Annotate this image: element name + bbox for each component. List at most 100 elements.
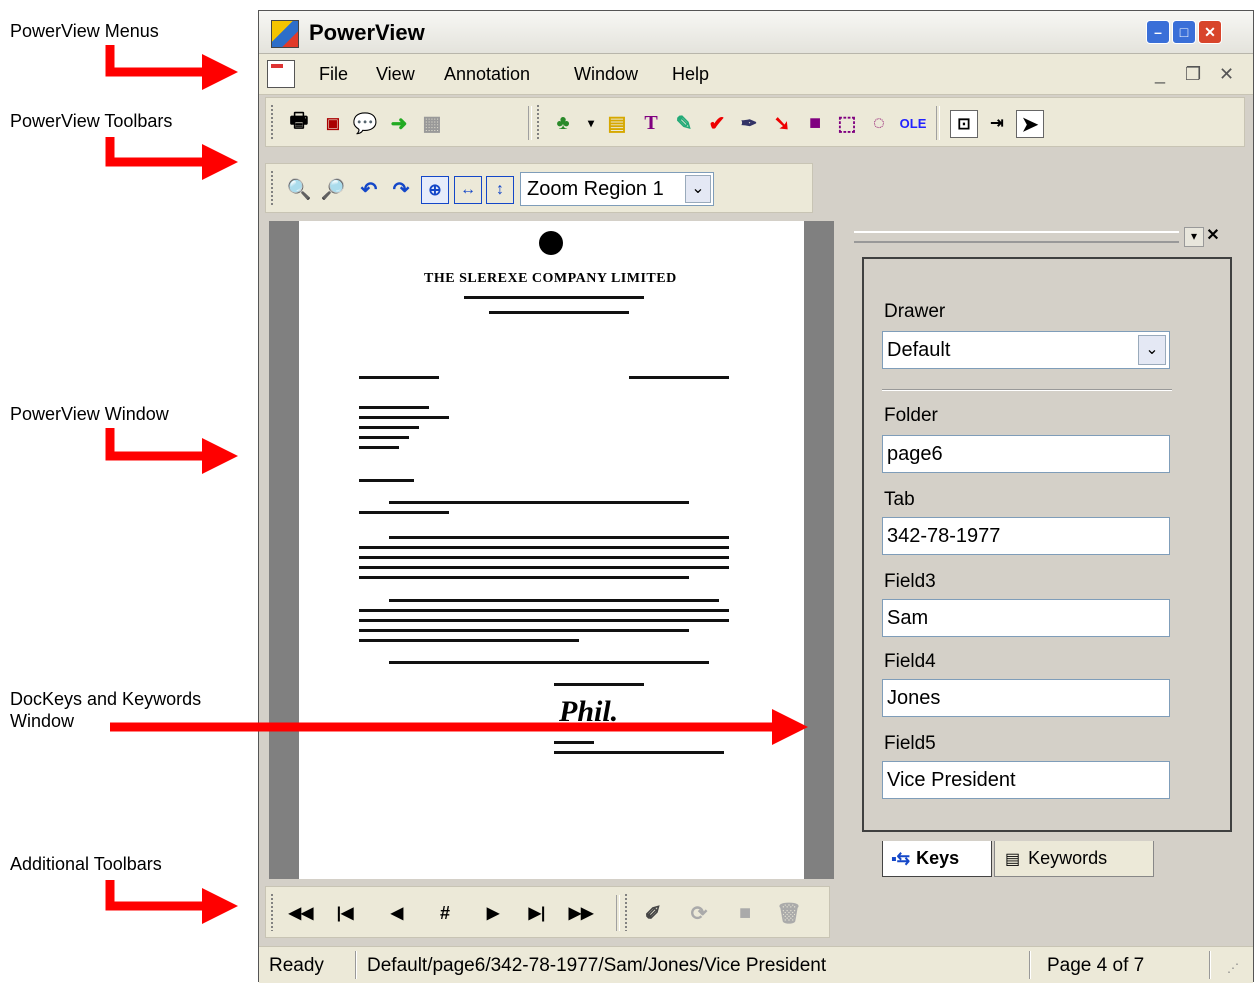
rotate-left-icon[interactable]: ↶ [356,176,382,202]
field4-field[interactable]: Jones [882,679,1170,717]
trash-icon[interactable]: 🗑 [776,900,802,926]
export-icon[interactable]: ▣ [320,110,346,136]
field4-label: Field4 [884,651,936,672]
drawer-label: Drawer [884,301,946,322]
stamp-icon[interactable]: ♣ [550,110,576,136]
signature: Phil. [559,695,619,728]
ellipse-icon[interactable]: ◌ [866,110,892,136]
menu-bar: File View Annotation Window Help _ ❐ ✕ [259,54,1253,95]
chevron-down-icon[interactable]: ⌄ [1138,335,1166,365]
print-icon[interactable]: 🖶 [286,110,312,136]
close-button[interactable]: ✕ [1198,20,1222,44]
grid-select-icon[interactable]: ⊡ [950,110,978,138]
tab-keys[interactable]: ▪⇆ Keys [882,841,992,877]
refresh-icon[interactable]: ⟳ [686,900,712,926]
arrow-menus [105,45,238,90]
toolbar-grip-2[interactable] [536,104,540,140]
fit-width-zoom-icon[interactable]: ↔ [454,176,482,204]
note-icon[interactable]: ▤ [604,110,630,136]
send-icon[interactable]: ➜ [386,110,412,136]
folder-label: Folder [884,405,938,426]
minimize-button[interactable]: – [1146,20,1170,44]
zoom-out-icon[interactable]: 🔎 [320,176,346,202]
document-view[interactable]: THE SLEREXE COMPANY LIMITED Phil. [269,221,834,879]
text-icon[interactable]: T [638,110,664,136]
hole-punch [539,231,563,255]
panel-dropdown-icon[interactable]: ▾ [1184,227,1204,247]
maximize-button[interactable]: □ [1172,20,1196,44]
field3-field[interactable]: Sam [882,599,1170,637]
tab-label: Tab [884,489,915,510]
zoom-in-icon[interactable]: 🔍 [286,176,312,202]
arrow-window [105,428,238,474]
status-bar: Ready Default/page6/342-78-1977/Sam/Jone… [259,946,1253,983]
menu-help[interactable]: Help [672,64,709,85]
drawer-value: Default [887,339,951,361]
mdi-minimize-icon[interactable]: _ [1155,64,1165,85]
toolbar-grip-4[interactable] [270,893,274,931]
tab-keywords[interactable]: ▤ Keywords [994,841,1154,877]
pointer-icon[interactable]: ➤ [1016,110,1044,138]
toolbar-grip-3[interactable] [270,170,274,206]
field5-label: Field5 [884,733,936,754]
pen-icon[interactable]: ✒ [736,110,762,136]
panel-grip[interactable] [854,231,1179,243]
mdi-restore-icon[interactable]: ❐ [1185,64,1201,85]
callout-dockeys: DocKeys and Keywords Window [10,689,202,731]
menu-file[interactable]: File [319,64,348,85]
callout-menus: PowerView Menus [10,21,159,41]
checkmark-icon[interactable]: ✔ [704,110,730,136]
filled-rect-icon[interactable]: ■ [802,110,828,136]
fit-page-icon[interactable]: ⊕ [421,176,449,204]
status-page: Page 4 of 7 [1047,955,1145,976]
chevron-down-icon[interactable]: ⌄ [685,175,711,203]
panel-close-icon[interactable]: ✕ [1204,227,1222,245]
tab-field[interactable]: 342-78-1977 [882,517,1170,555]
dockeys-panel: ▾ ✕ Drawer Default ⌄ Folder page6 Tab 34… [844,221,1240,881]
toolbar-grip-5[interactable] [624,893,628,931]
callout-toolbars: PowerView Toolbars [10,111,173,131]
keys-form: Drawer Default ⌄ Folder page6 Tab 342-78… [862,257,1232,832]
comment-icon[interactable]: 💬 [352,110,378,136]
arrow-toolbars [105,137,238,180]
document-menu-icon[interactable] [267,60,295,88]
highlighter-icon[interactable]: ✎ [671,110,697,136]
stack-icon[interactable]: ▦ [419,110,445,136]
resize-grip-icon[interactable]: ⋰ [1227,961,1243,977]
next-icon[interactable]: ▶ [480,900,506,926]
field3-label: Field3 [884,571,936,592]
fit-height-icon[interactable]: ↕ [486,176,514,204]
goto-page-icon[interactable]: # [432,900,458,926]
menu-annotation[interactable]: Annotation [444,64,530,85]
document-page: THE SLEREXE COMPANY LIMITED Phil. [299,221,804,879]
zoom-toolbar: 🔍 🔎 ↶ ↷ ⊕ ↔ ↕ Zoom Region 1 ⌄ [265,163,813,213]
menu-window[interactable]: Window [574,64,638,85]
zoom-select[interactable]: Zoom Region 1 ⌄ [520,172,714,206]
navigation-toolbar: ◀◀ |◀ ◀ # ▶ ▶| ▶▶ ✐ ⟳ ■ 🗑 [265,886,830,938]
save-page-icon[interactable]: ■ [732,900,758,926]
ole-icon[interactable]: OLE [900,110,927,136]
toolbar-grip[interactable] [270,104,274,140]
hollow-rect-icon[interactable]: ⬚ [834,110,860,136]
prev-icon[interactable]: ◀ [384,900,410,926]
arrow-annotation-icon[interactable]: ➘ [769,110,795,136]
menu-view[interactable]: View [376,64,415,85]
next-group-icon[interactable]: ▶| [524,900,550,926]
divider [882,389,1172,391]
fit-width-icon[interactable]: ⇥ [984,110,1010,136]
last-icon[interactable]: ▶▶ [568,900,594,926]
zoom-select-value: Zoom Region 1 [527,178,664,200]
mdi-close-icon[interactable]: ✕ [1219,64,1234,85]
first-icon[interactable]: ◀◀ [288,900,314,926]
scan-icon[interactable]: ✐ [640,900,666,926]
stamp-dropdown-icon[interactable]: ▾ [578,110,604,136]
title-bar[interactable]: PowerView – □ ✕ [259,11,1253,54]
keywords-icon: ▤ [1005,850,1021,868]
callout-window: PowerView Window [10,404,169,424]
window-title: PowerView [309,20,425,45]
folder-field[interactable]: page6 [882,435,1170,473]
prev-group-icon[interactable]: |◀ [332,900,358,926]
drawer-select[interactable]: Default ⌄ [882,331,1170,369]
field5-field[interactable]: Vice President [882,761,1170,799]
rotate-right-icon[interactable]: ↷ [388,176,414,202]
